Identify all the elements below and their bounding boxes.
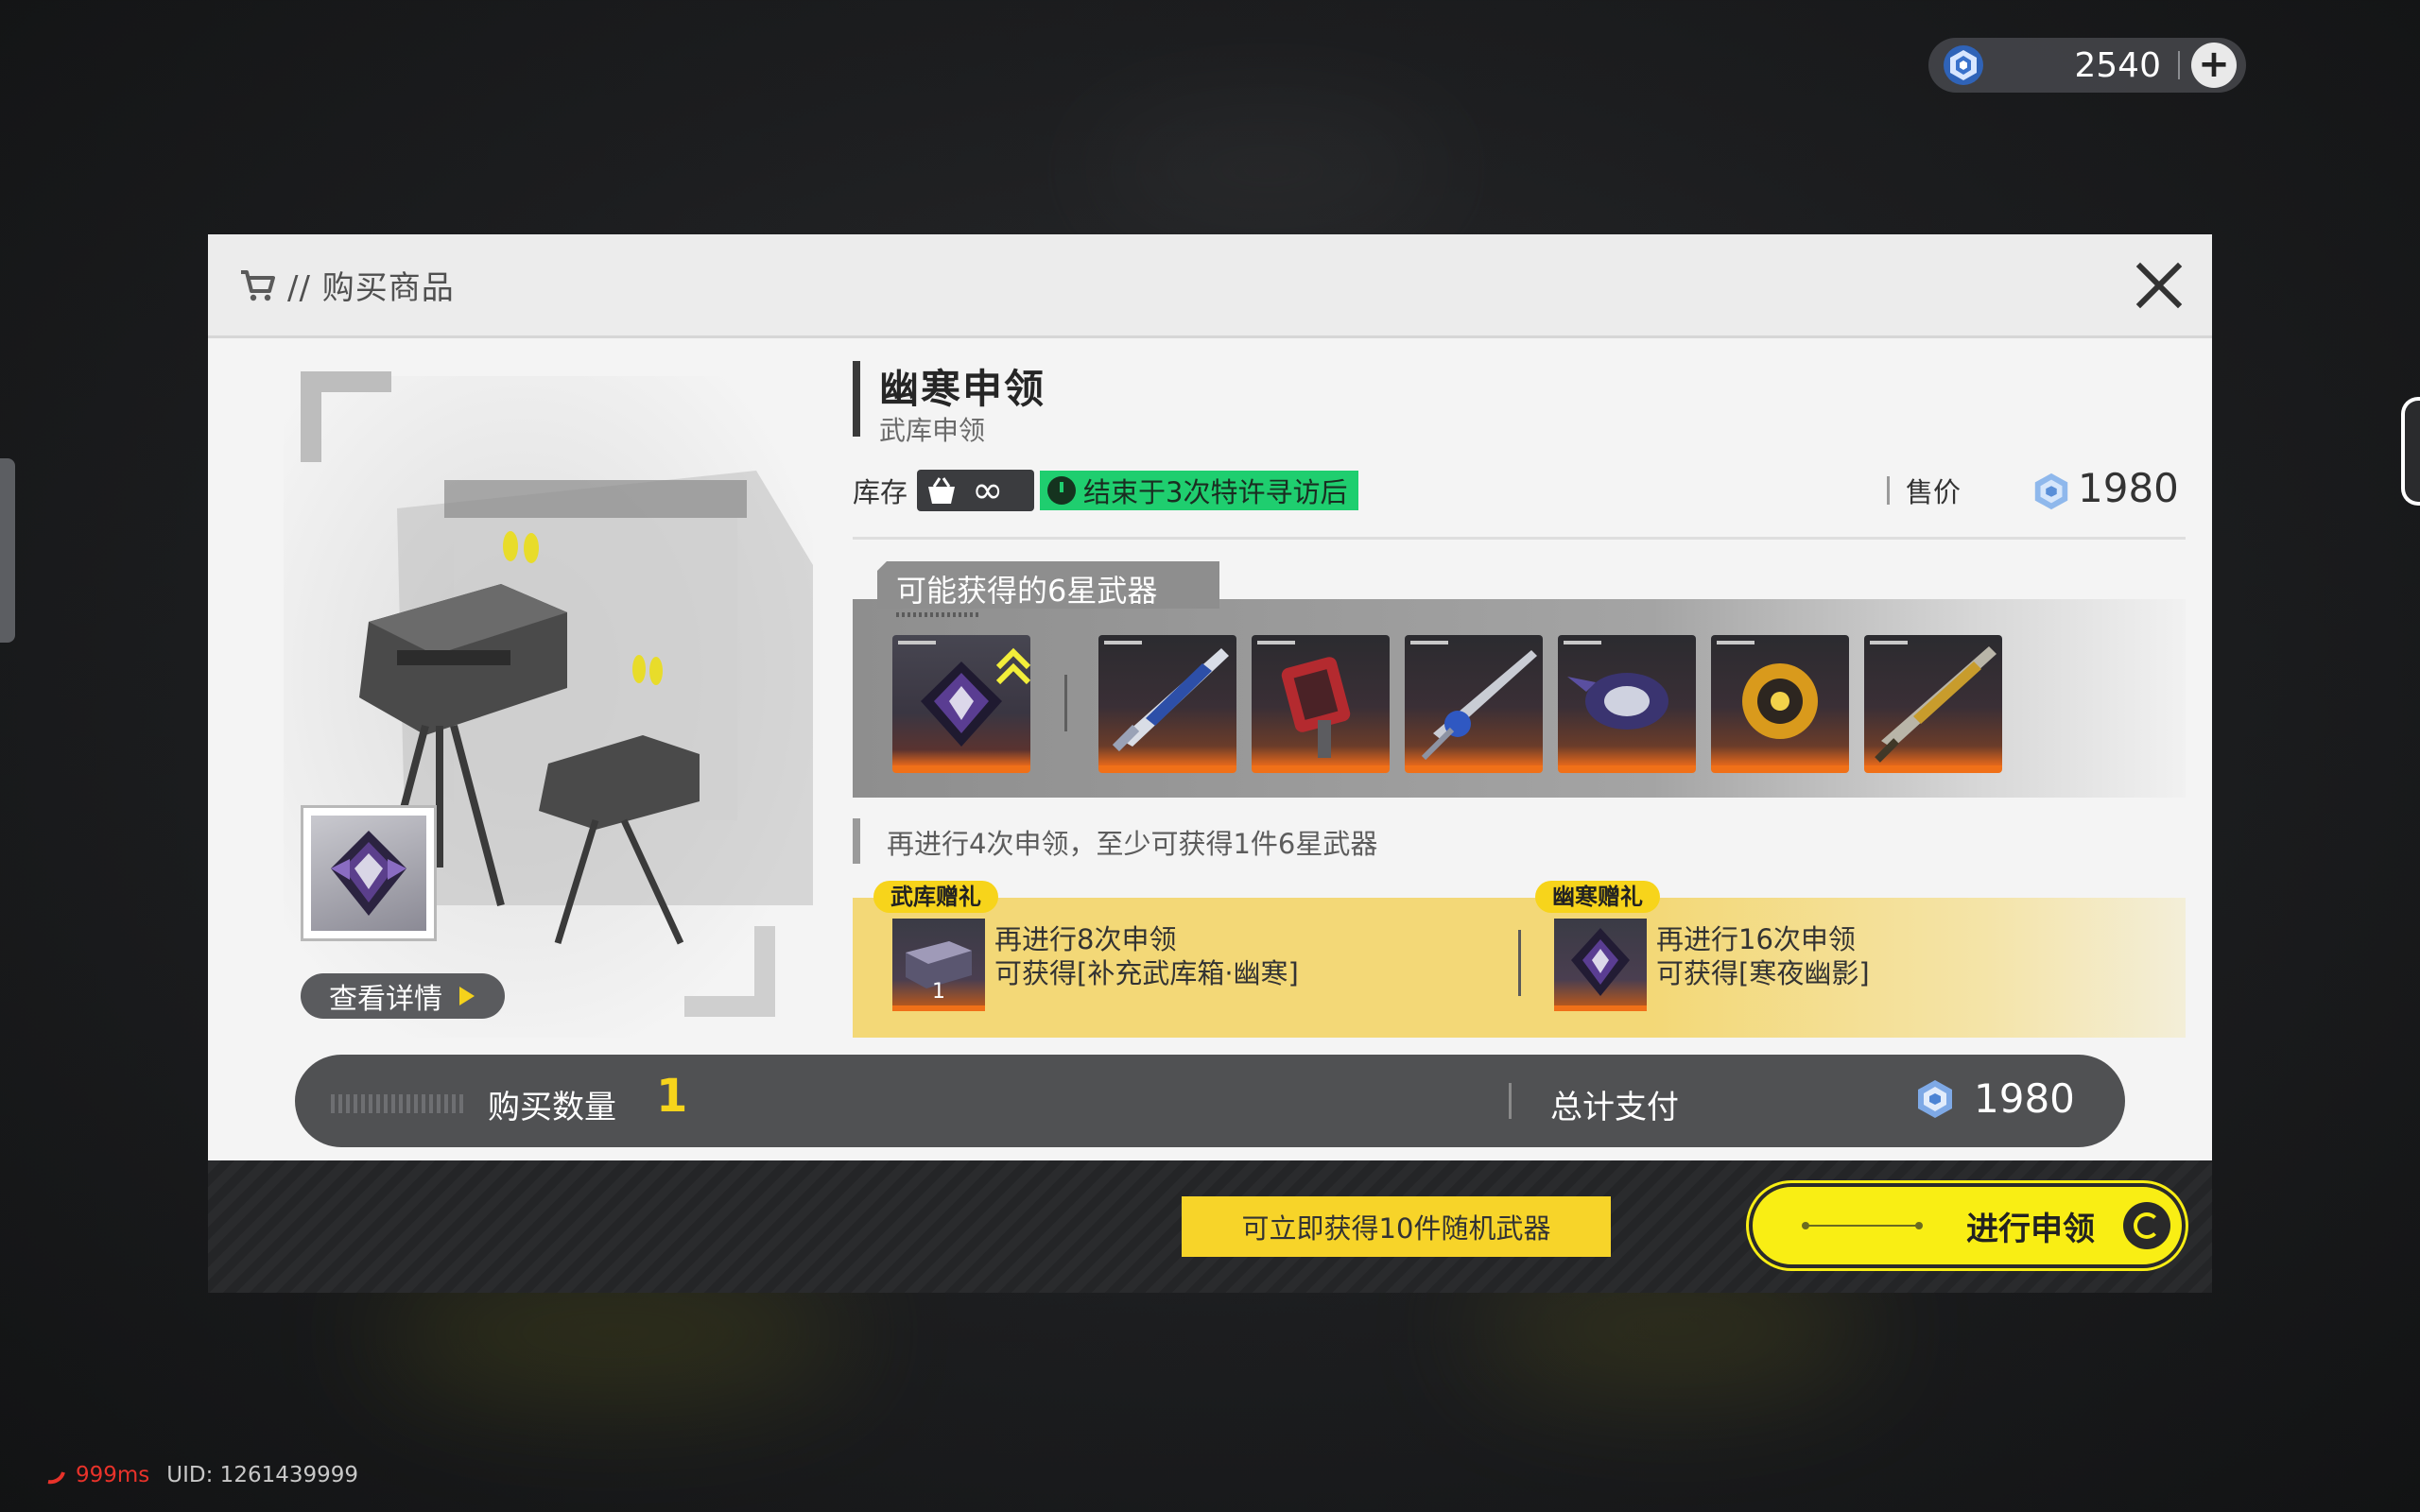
frame-corner-bottom-right <box>684 926 775 1017</box>
product-subtitle: 武库申领 <box>879 415 986 446</box>
weapon-divider <box>1064 675 1067 731</box>
dialog-header: // 购买商品 <box>208 234 2212 338</box>
uid-text: UID: 1261439999 <box>166 1463 359 1487</box>
total-value: 1980 <box>1974 1075 2075 1122</box>
refresh-icon <box>2123 1202 2170 1249</box>
bonus-weapons-button[interactable]: 可立即获得10件随机武器 <box>1182 1196 1611 1257</box>
clock-icon <box>1047 476 1077 505</box>
cart-icon <box>241 269 275 301</box>
price-value: 1980 <box>2078 465 2179 511</box>
weapon-dark-gauntlet[interactable] <box>1558 635 1696 773</box>
right-edge-tab[interactable] <box>2401 397 2420 506</box>
crystal-currency-icon <box>1944 45 1983 85</box>
basket-icon <box>928 477 956 504</box>
product-name: 幽寒申领 <box>879 366 1046 412</box>
title-accent-bar <box>853 361 860 437</box>
purchase-dialog: // 购买商品 查看详情 幽寒申领 武库申领 库存 ∞ 结束于3次特许寻访后 售… <box>208 234 2212 1293</box>
quantity-label: 购买数量 <box>488 1089 616 1126</box>
gift-tag-arsenal: 武库赠礼 <box>873 881 998 913</box>
gift-separator <box>1518 930 1521 996</box>
gift-text-youhan: 再进行16次申领 可获得[寒夜幽影] <box>1656 922 1870 990</box>
stock-row: 库存 ∞ 结束于3次特许寻访后 <box>853 469 1359 512</box>
limit-badge: 结束于3次特许寻访后 <box>1040 471 1359 510</box>
title-stripe-decoration <box>896 612 981 617</box>
rate-up-icon <box>995 647 1031 685</box>
play-arrow-icon <box>459 987 475 1005</box>
price-separator <box>1887 476 1890 505</box>
ping-icon <box>47 1471 65 1485</box>
ping-value: 999ms <box>76 1463 150 1487</box>
left-edge-handle[interactable] <box>0 458 15 643</box>
guarantee-text: 再进行4次申领，至少可获得1件6星武器 <box>887 828 1378 860</box>
view-details-button[interactable]: 查看详情 <box>301 973 505 1019</box>
frame-corner-top-left <box>301 371 391 462</box>
core-icon <box>1742 663 1818 739</box>
price-label: 售价 <box>1906 476 1962 508</box>
bar-decoration <box>331 1094 463 1113</box>
gauntlet-icon <box>1567 673 1668 730</box>
crystal-currency-icon <box>2034 472 2068 510</box>
dialog-footer: 可立即获得10件随机武器 进行申领 <box>208 1160 2212 1293</box>
dark-crystal-icon <box>331 831 406 916</box>
limit-text: 结束于3次特许寻访后 <box>1083 476 1348 508</box>
stock-value: ∞ <box>972 469 1004 512</box>
total-label: 总计支付 <box>1550 1089 1679 1126</box>
weapons-title: 可能获得的6星武器 <box>877 561 1219 609</box>
weapon-silver-lance[interactable] <box>1405 635 1543 773</box>
button-line-decoration <box>1802 1222 1923 1229</box>
lance-icon <box>1421 650 1537 761</box>
gift-line2: 可获得[寒夜幽影] <box>1656 957 1870 989</box>
weapon-gold-core[interactable] <box>1711 635 1849 773</box>
info-divider <box>853 537 2186 540</box>
gift-thumb-youhan[interactable] <box>1554 919 1647 1011</box>
product-thumbnail[interactable] <box>301 805 437 941</box>
blade-icon <box>1875 646 1996 763</box>
launcher-icon <box>1281 657 1351 758</box>
purchase-separator <box>1509 1083 1512 1119</box>
stock-badge: ∞ <box>917 469 1035 512</box>
weapon-gold-blade[interactable] <box>1864 635 2002 773</box>
weapon-greatsword-blue[interactable] <box>1098 635 1236 773</box>
currency-bar: 2540 + <box>1928 38 2246 93</box>
weapon-red-launcher[interactable] <box>1252 635 1390 773</box>
stock-label: 库存 <box>853 476 908 508</box>
dialog-body: 查看详情 幽寒申领 武库申领 库存 ∞ 结束于3次特许寻访后 售价 1980 可… <box>208 338 2212 1160</box>
draw-button[interactable]: 进行申领 <box>1749 1183 2186 1268</box>
gift-line1: 再进行8次申领 <box>994 923 1177 955</box>
dialog-title: // 购买商品 <box>287 269 455 307</box>
gift-tag-youhan: 幽寒赠礼 <box>1535 881 1660 913</box>
currency-separator <box>2178 51 2180 79</box>
guarantee-accent-bar <box>853 818 860 864</box>
greatsword-icon <box>1112 648 1229 752</box>
draw-button-label: 进行申领 <box>1966 1210 2095 1248</box>
add-currency-button[interactable]: + <box>2191 43 2237 88</box>
crystal-currency-icon <box>1918 1080 1952 1118</box>
dark-crystal-weapon-icon <box>1571 928 1630 996</box>
view-details-label: 查看详情 <box>329 983 442 1016</box>
status-bar: 999ms UID: 1261439999 <box>45 1463 358 1487</box>
close-icon[interactable] <box>2133 259 2186 312</box>
gift-line2: 可获得[补充武库箱·幽寒] <box>994 957 1299 989</box>
gift-thumb-arsenal[interactable]: 1 <box>892 919 985 1011</box>
currency-amount: 2540 <box>2074 45 2161 85</box>
gift-line1: 再进行16次申领 <box>1656 923 1856 955</box>
gift-text-arsenal: 再进行8次申领 可获得[补充武库箱·幽寒] <box>994 922 1299 990</box>
gift-count: 1 <box>932 980 945 1004</box>
quantity-value[interactable]: 1 <box>656 1070 687 1123</box>
